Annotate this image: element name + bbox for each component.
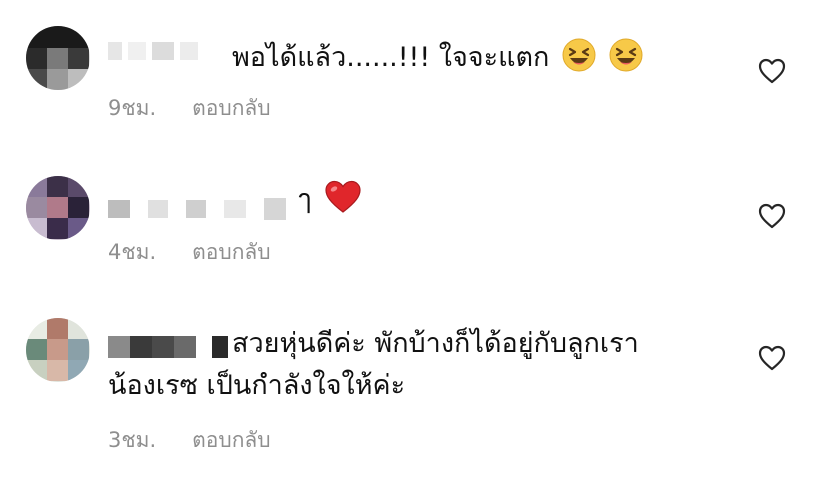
laughing-emoji-icon (562, 38, 596, 72)
laughing-emoji-icon (609, 38, 643, 72)
red-heart-emoji-icon (325, 180, 361, 213)
comment-text-body: ๅ (298, 184, 312, 215)
comment-text-body: พอได้แล้ว......!!! ใจจะแตก (232, 42, 550, 73)
username-redacted[interactable] (108, 42, 198, 60)
heart-outline-icon[interactable] (758, 203, 786, 229)
comment-time: 4ชม. (108, 240, 157, 264)
comment-text: ๅ (298, 180, 362, 218)
comment-text-line-1: สวยหุ่นดีค่ะ พักบ้างก็ได้อยู่กับลูกเรา (232, 328, 639, 359)
comment-meta: 4ชม. ตอบกลับ (108, 236, 271, 269)
username-redacted[interactable] (108, 198, 286, 220)
comment-meta: 3ชม. ตอบกลับ (108, 424, 271, 457)
avatar[interactable] (26, 318, 90, 382)
comment-time: 3ชม. (108, 428, 157, 452)
reply-button[interactable]: ตอบกลับ (192, 236, 271, 269)
reply-button[interactable]: ตอบกลับ (192, 424, 271, 457)
avatar[interactable] (26, 176, 90, 240)
username-redacted[interactable] (108, 336, 228, 358)
comment-text: พอได้แล้ว......!!! ใจจะแตก (232, 38, 643, 76)
heart-outline-icon[interactable] (758, 58, 786, 84)
comment-text-line-2: น้องเรซ เป็นกำลังใจให้ค่ะ (108, 370, 406, 401)
avatar[interactable] (26, 26, 90, 90)
heart-outline-icon[interactable] (758, 345, 786, 371)
reply-button[interactable]: ตอบกลับ (192, 92, 271, 125)
comment-meta: 9ชม. ตอบกลับ (108, 92, 271, 125)
comment-time: 9ชม. (108, 96, 157, 120)
